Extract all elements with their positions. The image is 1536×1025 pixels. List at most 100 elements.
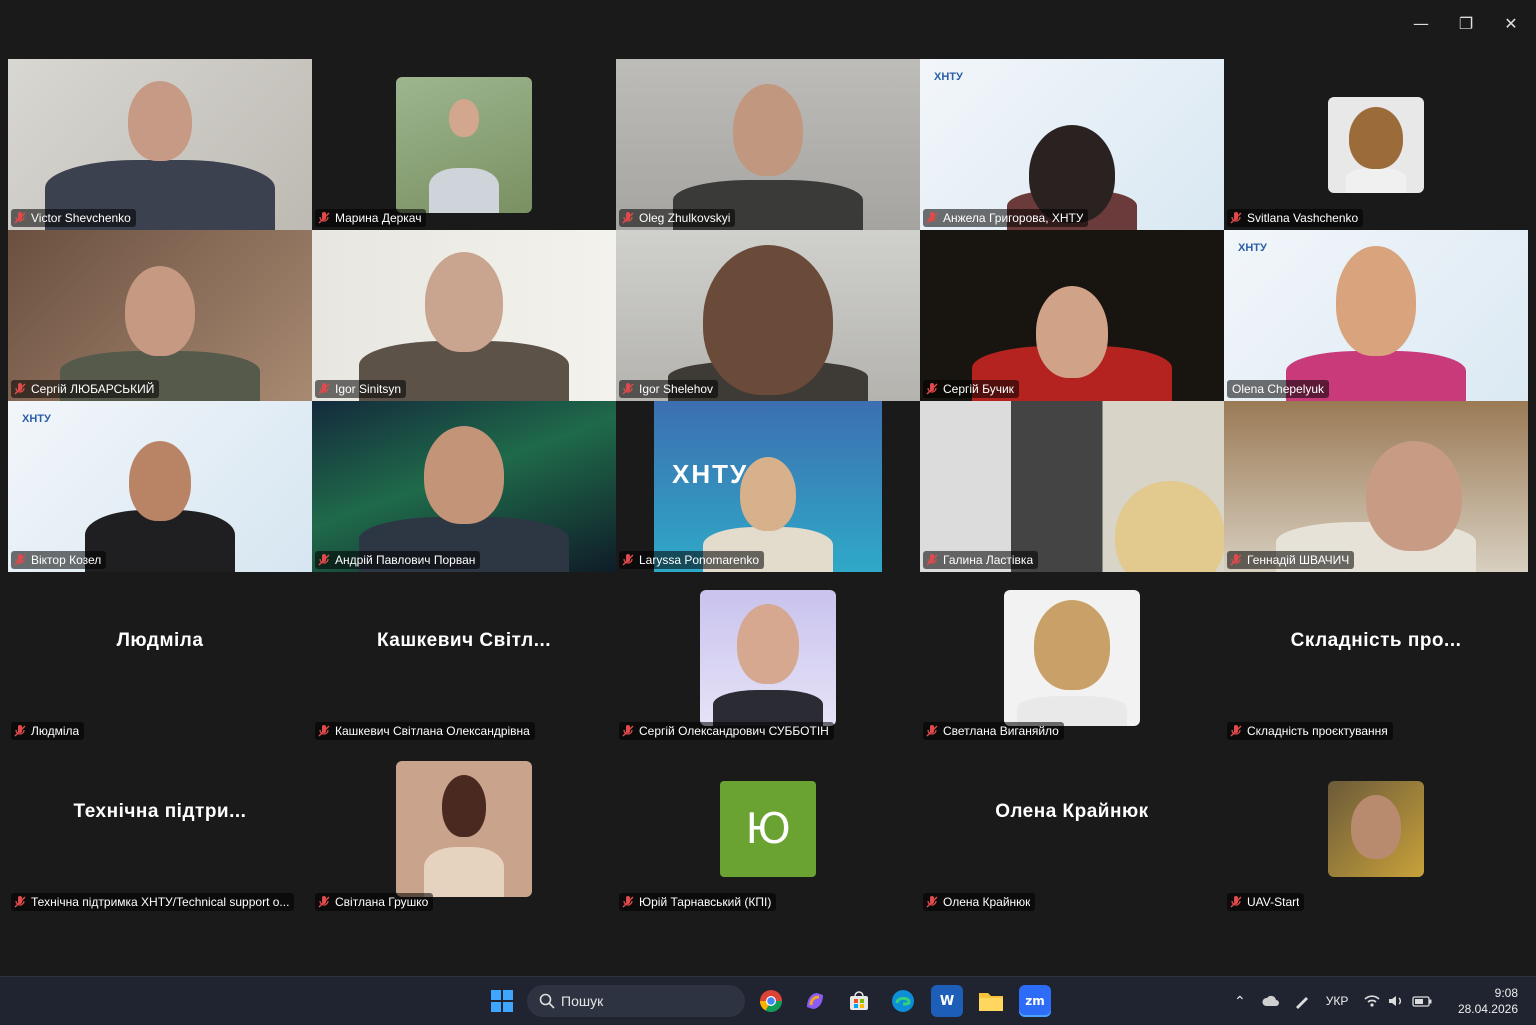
khntu-logo: ХНТУ (934, 71, 963, 83)
system-tray: ⌃ УКР (1234, 977, 1432, 1025)
edge-icon (892, 990, 914, 1012)
chrome-app-button[interactable] (755, 985, 787, 1017)
participant-name-label: Складність проєктування (1227, 722, 1393, 740)
participant-tile[interactable]: Светлана Виганяйло (920, 572, 1224, 743)
muted-mic-icon (318, 383, 330, 395)
participant-name-label: Светлана Виганяйло (923, 722, 1064, 740)
participant-tile[interactable]: Сергій ЛЮБАРСЬКИЙ (8, 230, 312, 401)
close-icon: ✕ (1504, 13, 1518, 33)
participant-display-name: Складність про... (1290, 630, 1462, 651)
window-titlebar: — ❐ ✕ (0, 0, 1536, 48)
edge-app-button[interactable] (887, 985, 919, 1017)
word-app-button[interactable]: W (931, 985, 963, 1017)
participant-tile[interactable]: Світлана Грушко (312, 743, 616, 914)
participant-name-label: Svitlana Vashchenko (1227, 209, 1364, 227)
copilot-icon (807, 993, 823, 1009)
taskbar-clock[interactable]: 9:08 28.04.2026 (1458, 985, 1518, 1017)
participant-video (8, 230, 312, 401)
participant-tile[interactable]: ХНТУ Laryssa Ponomarenko (616, 401, 920, 572)
participant-photo (396, 76, 532, 213)
participant-name-label: Laryssa Ponomarenko (619, 551, 765, 569)
participant-tile[interactable]: Oleg Zhulkovskyi (616, 59, 920, 230)
word-icon: W (939, 993, 955, 1009)
windows-logo-icon (491, 990, 513, 1012)
participant-display-name: Людміла (116, 630, 204, 651)
minimize-button[interactable]: — (1399, 8, 1443, 38)
participant-photo (396, 760, 532, 897)
participant-tile[interactable]: Victor Shevchenko (8, 59, 312, 230)
participant-tile[interactable]: Андрій Павлович Порван (312, 401, 616, 572)
participant-tile[interactable]: Igor Shelehov (616, 230, 920, 401)
participant-name-label: Геннадій ШВАЧИЧ (1227, 551, 1355, 569)
muted-mic-icon (622, 383, 634, 395)
participant-tile[interactable]: UAV-Start (1224, 743, 1528, 914)
participant-display-name: Кашкевич Світл... (376, 630, 552, 651)
participant-tile[interactable]: Кашкевич Світл... Кашкевич Світлана Олек… (312, 572, 616, 743)
participant-video (616, 59, 920, 230)
participant-video (920, 401, 1224, 572)
participant-name-label: Сергій Бучик (923, 380, 1019, 398)
participant-initial-avatar: Ю (720, 780, 816, 877)
participant-name-label: Oleg Zhulkovskyi (619, 209, 736, 227)
participant-name-label: Igor Sinitsyn (315, 380, 407, 398)
participant-tile[interactable]: Олена Крайнюк Олена Крайнюк (920, 743, 1224, 914)
participant-name-label: Victor Shevchenko (11, 209, 136, 227)
close-button[interactable]: ✕ (1489, 8, 1533, 38)
muted-mic-icon (622, 896, 634, 908)
participant-tile[interactable]: ХНТУ Анжела Григорова, ХНТУ (920, 59, 1224, 230)
copilot-app-button[interactable] (799, 985, 831, 1017)
participant-tile[interactable]: Сергій Олександрович СУББОТІН (616, 572, 920, 743)
participant-photo (1328, 780, 1424, 877)
restore-button[interactable]: ❐ (1444, 8, 1488, 38)
participant-name-label: Сергій ЛЮБАРСЬКИЙ (11, 380, 160, 398)
participant-video: ХНТУ (8, 401, 312, 572)
participant-tile[interactable]: Складність про... Складність проєктуванн… (1224, 572, 1528, 743)
participant-video (920, 230, 1224, 401)
muted-mic-icon (926, 896, 938, 908)
participant-name-label: Марина Деркач (315, 209, 427, 227)
participant-tile[interactable]: Геннадій ШВАЧИЧ (1224, 401, 1528, 572)
volume-icon[interactable] (1388, 994, 1404, 1008)
muted-mic-icon (1230, 554, 1242, 566)
participant-name-label: Olena Chepelyuk (1227, 380, 1330, 398)
muted-mic-icon (1230, 896, 1242, 908)
participant-name-label: Олена Крайнюк (923, 893, 1036, 911)
participant-name-label: Igor Shelehov (619, 380, 719, 398)
taskbar-search[interactable]: Пошук (527, 985, 745, 1017)
participant-video: ХНТУ (920, 59, 1224, 230)
participant-video (1224, 401, 1528, 572)
participant-tile[interactable]: Марина Деркач (312, 59, 616, 230)
participant-tile[interactable]: Технічна підтри... Технічна підтримка ХН… (8, 743, 312, 914)
zoom-app-button[interactable]: zm (1019, 985, 1051, 1017)
language-indicator[interactable]: УКР (1326, 994, 1349, 1008)
participant-video (8, 59, 312, 230)
participant-tile[interactable]: Людміла Людміла (8, 572, 312, 743)
participant-tile[interactable]: Галина Ластівка (920, 401, 1224, 572)
muted-mic-icon (318, 896, 330, 908)
chrome-icon (760, 990, 782, 1012)
muted-mic-icon (14, 383, 26, 395)
pen-touch-icon[interactable] (1294, 993, 1312, 1009)
zoom-icon: zm (1025, 994, 1045, 1008)
participant-tile[interactable]: Igor Sinitsyn (312, 230, 616, 401)
wifi-icon[interactable] (1364, 994, 1380, 1008)
onedrive-cloud-icon[interactable] (1262, 995, 1280, 1007)
khntu-logo: ХНТУ (672, 459, 749, 489)
start-button[interactable] (486, 985, 518, 1017)
participant-name-label: UAV-Start (1227, 893, 1305, 911)
participant-video (312, 401, 616, 572)
search-icon (539, 993, 555, 1009)
file-explorer-button[interactable] (975, 985, 1007, 1017)
battery-icon[interactable] (1412, 995, 1432, 1007)
show-hidden-icons-chevron-icon[interactable]: ⌃ (1234, 993, 1246, 1010)
muted-mic-icon (318, 725, 330, 737)
participant-name-label: Андрій Павлович Порван (315, 551, 481, 569)
participant-tile[interactable]: Сергій Бучик (920, 230, 1224, 401)
participant-tile-active-speaker[interactable]: ХНТУ Olena Chepelyuk (1224, 230, 1528, 401)
khntu-logo: ХНТУ (1238, 242, 1267, 254)
participant-tile[interactable]: Svitlana Vashchenko (1224, 59, 1528, 230)
participant-tile[interactable]: ХНТУ Віктор Козел (8, 401, 312, 572)
participant-tile[interactable]: Ю Юрій Тарнавський (КПІ) (616, 743, 920, 914)
store-app-button[interactable] (843, 985, 875, 1017)
muted-mic-icon (14, 896, 26, 908)
